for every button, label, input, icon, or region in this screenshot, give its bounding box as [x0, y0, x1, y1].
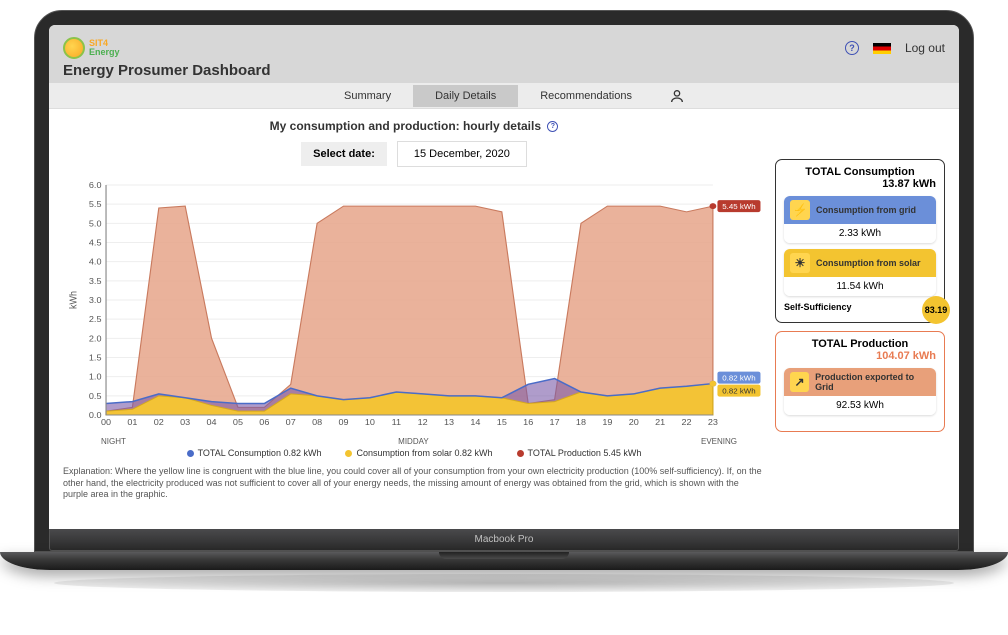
svg-text:0.5: 0.5 [89, 391, 102, 400]
consumption-solar-card: ☀Consumption from solar 11.54 kWh [784, 249, 936, 296]
hourly-chart: 0.0 0.5 1.0 1.5 2.0 2.5 3.0 3.5 4.0 4.5 5.0 5.5 6.0 k… [63, 177, 765, 437]
svg-text:22: 22 [681, 418, 691, 427]
total-production-card: TOTAL Production 104.07 kWh ↗Production … [775, 331, 945, 432]
svg-text:04: 04 [207, 418, 217, 427]
total-consumption-value: 13.87 kWh [784, 178, 936, 190]
logo: SIT4 Energy [63, 37, 120, 59]
self-sufficiency-row: Self-Sufficiency 83.19 [784, 302, 936, 312]
logout-link[interactable]: Log out [905, 41, 945, 55]
svg-text:05: 05 [233, 418, 243, 427]
svg-text:2.0: 2.0 [89, 334, 102, 343]
svg-text:14: 14 [470, 418, 480, 427]
svg-text:13: 13 [444, 418, 454, 427]
svg-text:17: 17 [550, 418, 560, 427]
svg-text:01: 01 [127, 418, 137, 427]
svg-text:5.0: 5.0 [89, 219, 102, 228]
svg-text:10: 10 [365, 418, 375, 427]
svg-text:08: 08 [312, 418, 322, 427]
section-help-icon[interactable]: ? [547, 121, 558, 132]
svg-text:00: 00 [101, 418, 111, 427]
svg-text:21: 21 [655, 418, 665, 427]
svg-text:3.5: 3.5 [89, 276, 102, 285]
svg-text:07: 07 [286, 418, 296, 427]
logo-text-2: Energy [89, 48, 120, 57]
svg-text:1.0: 1.0 [89, 372, 102, 381]
device-label: Macbook Pro [49, 529, 959, 551]
svg-text:06: 06 [259, 418, 269, 427]
export-icon: ↗ [790, 372, 809, 392]
svg-text:3.0: 3.0 [89, 296, 102, 305]
svg-text:kWh: kWh [68, 291, 80, 309]
explanation-text: Explanation: Where the yellow line is co… [63, 466, 765, 501]
svg-text:03: 03 [180, 418, 190, 427]
select-date-label: Select date: [301, 142, 387, 166]
svg-text:19: 19 [602, 418, 612, 427]
chart-legend: TOTAL Consumption 0.82 kWh Consumption f… [63, 448, 765, 458]
date-picker[interactable]: 15 December, 2020 [397, 141, 527, 167]
svg-text:2.5: 2.5 [89, 315, 102, 324]
solar-icon: ☀ [790, 253, 810, 273]
tab-recommendations[interactable]: Recommendations [518, 85, 654, 107]
svg-text:4.5: 4.5 [89, 238, 102, 247]
svg-text:1.5: 1.5 [89, 353, 102, 362]
x-axis-period-labels: NIGHT MIDDAY EVENING [63, 437, 765, 446]
svg-text:5.45 kWh: 5.45 kWh [722, 203, 755, 211]
svg-text:12: 12 [418, 418, 428, 427]
total-production-title: TOTAL Production [784, 338, 936, 350]
page-title: Energy Prosumer Dashboard [63, 62, 945, 83]
svg-text:5.5: 5.5 [89, 200, 102, 209]
total-production-value: 104.07 kWh [784, 350, 936, 362]
svg-text:18: 18 [576, 418, 586, 427]
consumption-grid-card: ⚡Consumption from grid 2.33 kWh [784, 196, 936, 243]
tab-summary[interactable]: Summary [322, 85, 413, 107]
svg-text:15: 15 [497, 418, 507, 427]
section-title: My consumption and production: hourly de… [63, 119, 765, 133]
total-consumption-card: TOTAL Consumption 13.87 kWh ⚡Consumption… [775, 159, 945, 323]
svg-text:09: 09 [338, 418, 348, 427]
tab-bar: Summary Daily Details Recommendations [49, 83, 959, 109]
svg-text:4.0: 4.0 [89, 257, 102, 266]
svg-text:16: 16 [523, 418, 533, 427]
svg-text:11: 11 [392, 418, 402, 427]
self-sufficiency-badge: 83.19 [922, 296, 950, 324]
logo-icon [63, 37, 85, 59]
total-consumption-title: TOTAL Consumption [784, 166, 936, 178]
svg-text:23: 23 [708, 418, 718, 427]
user-icon[interactable] [668, 87, 686, 105]
svg-text:20: 20 [629, 418, 639, 427]
svg-text:0.0: 0.0 [89, 411, 102, 420]
language-flag-de[interactable] [873, 43, 891, 54]
svg-text:6.0: 6.0 [89, 181, 102, 190]
svg-text:0.82 kWh: 0.82 kWh [722, 387, 755, 395]
grid-icon: ⚡ [790, 200, 810, 220]
help-icon[interactable]: ? [845, 41, 859, 55]
svg-text:02: 02 [154, 418, 164, 427]
tab-daily-details[interactable]: Daily Details [413, 85, 518, 107]
svg-text:0.82 kWh: 0.82 kWh [722, 374, 755, 382]
production-export-card: ↗Production exported to Grid 92.53 kWh [784, 368, 936, 415]
top-bar: SIT4 Energy ? Log out Energy Prosumer Da… [49, 25, 959, 83]
